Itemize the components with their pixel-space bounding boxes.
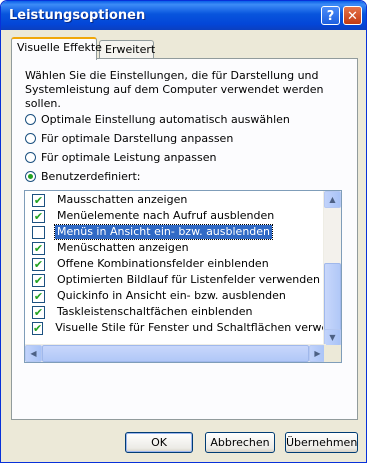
checkbox-checked-icon[interactable]: ✔: [32, 209, 45, 223]
list-item-label: Quickinfo in Ansicht ein- bzw. ausblende…: [57, 289, 286, 302]
scrollbar-corner: [324, 345, 341, 362]
list-item-label: Menüschatten anzeigen: [57, 241, 189, 254]
list-item[interactable]: ✔ Taskleistenschaltfächen einblenden: [25, 304, 326, 320]
radio-auto[interactable]: Optimale Einstellung automatisch auswähl…: [25, 111, 290, 127]
list-item-label: Taskleistenschaltfächen einblenden: [57, 305, 253, 318]
checkbox-checked-icon[interactable]: ✔: [32, 193, 45, 207]
checkbox-checked-icon[interactable]: ✔: [32, 273, 45, 287]
list-item-label: Visuelle Stile für Fenster und Schaltflä…: [55, 321, 326, 334]
list-item-label: Mausschatten anzeigen: [57, 193, 188, 206]
list-item[interactable]: ✔ Optimierten Bildlauf für Listenfelder v…: [25, 272, 326, 288]
list-item[interactable]: ✔ Menüelemente nach Aufruf ausblenden: [25, 208, 326, 224]
checkbox-checked-icon[interactable]: ✔: [32, 289, 45, 303]
tab-erweitert[interactable]: Erweitert: [99, 40, 155, 59]
vertical-scroll-thumb[interactable]: [324, 263, 341, 333]
scroll-up-arrow-icon[interactable]: ▲: [324, 191, 341, 208]
radio-leistung[interactable]: Für optimale Leistung anpassen: [25, 149, 216, 165]
radio-label: Für optimale Leistung anpassen: [41, 150, 217, 164]
ok-button[interactable]: OK: [125, 432, 193, 453]
list-item-label: Optimierten Bildlauf für Listenfelder ve…: [57, 273, 320, 286]
help-button[interactable]: ?: [321, 6, 340, 25]
radio-label: Optimale Einstellung automatisch auswähl…: [41, 112, 290, 126]
vertical-scrollbar[interactable]: ▲ ▼: [323, 191, 341, 346]
checkbox-icon[interactable]: [32, 225, 45, 239]
list-item[interactable]: ✔ Visuelle Stile für Fenster und Schaltfl…: [25, 320, 326, 336]
radio-button[interactable]: [25, 113, 36, 125]
tab-visuelle-effekte[interactable]: Visuelle Effekte: [11, 37, 102, 60]
cancel-button[interactable]: Abbrechen: [205, 432, 275, 453]
list-item-label: Offene Kombinationsfelder einblenden: [57, 257, 269, 270]
list-item[interactable]: ✔ Offene Kombinationsfelder einblenden: [25, 256, 326, 272]
scroll-down-arrow-icon[interactable]: ▼: [324, 329, 341, 346]
checkbox-checked-icon[interactable]: ✔: [32, 241, 45, 255]
checkbox-checked-icon[interactable]: ✔: [32, 321, 44, 335]
effects-list-items: ✔ Mausschatten anzeigen ✔ Menüelemente nach…: [25, 191, 326, 346]
list-item[interactable]: ✔ Quickinfo in Ansicht ein- bzw. ausblend…: [25, 288, 326, 304]
radio-button[interactable]: [25, 132, 36, 144]
list-item[interactable]: Menüs in Ansicht ein- bzw. ausblenden: [25, 224, 326, 240]
horizontal-scroll-thumb[interactable]: [42, 345, 309, 362]
list-item-label: Menüs in Ansicht ein- bzw. ausblenden: [53, 224, 274, 240]
close-button[interactable]: ✕: [343, 6, 362, 25]
title-bar[interactable]: Leistungsoptionen ? ✕: [1, 1, 366, 30]
apply-button[interactable]: Übernehmen: [285, 432, 358, 453]
radio-darstellung[interactable]: Für optimale Darstellung anpassen: [25, 130, 233, 146]
radio-label: Benutzerdefiniert:: [41, 169, 141, 183]
effects-list[interactable]: ✔ Mausschatten anzeigen ✔ Menüelemente nach…: [24, 190, 342, 363]
radio-button[interactable]: [25, 170, 36, 182]
radio-label: Für optimale Darstellung anpassen: [41, 131, 234, 145]
list-item[interactable]: ✔ Mausschatten anzeigen: [25, 192, 326, 208]
list-item-label: Menüelemente nach Aufruf ausblenden: [57, 209, 275, 222]
description-text: Wählen Sie die Einstellungen, die für Da…: [25, 69, 324, 110]
radio-benutzerdefiniert[interactable]: Benutzerdefiniert:: [25, 168, 140, 184]
scroll-left-arrow-icon[interactable]: ◀: [25, 345, 42, 362]
horizontal-scrollbar[interactable]: ◀ ▶: [25, 344, 326, 362]
radio-button[interactable]: [25, 151, 36, 163]
list-item[interactable]: ✔ Menüschatten anzeigen: [25, 240, 326, 256]
checkbox-checked-icon[interactable]: ✔: [32, 257, 45, 271]
dialog-window: Leistungsoptionen ? ✕ Visuelle Effekte E…: [0, 0, 367, 463]
checkbox-checked-icon[interactable]: ✔: [32, 305, 45, 319]
window-title: Leistungsoptionen: [9, 8, 146, 23]
